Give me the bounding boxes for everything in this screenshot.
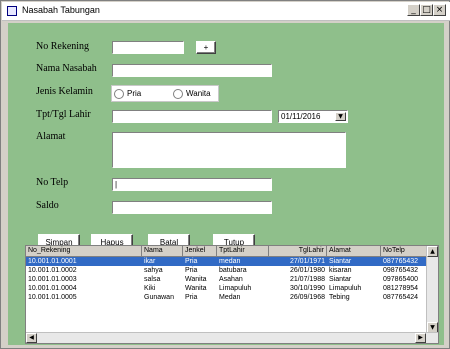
app-icon [7, 6, 17, 16]
table-row[interactable]: 10.001.01.0002 sahya Pria batubara 26/01… [26, 266, 428, 275]
tanggal-lahir-value: 01/11/2016 [281, 112, 321, 121]
gender-pria-radio[interactable] [114, 89, 124, 99]
scroll-right-icon[interactable]: ▶ [415, 333, 426, 343]
cell-notelp: 081278954 [383, 285, 419, 292]
cell-notelp: 087765432 [383, 258, 419, 265]
cell-jenkel: Pria [185, 258, 198, 265]
cell-nama: Kiki [144, 285, 156, 292]
cell-jenkel: Pria [185, 267, 198, 274]
column-header-tptlahir[interactable]: TptLahir [217, 246, 269, 257]
title-bar[interactable]: Nasabah Tabungan _ □ × [2, 2, 450, 21]
nama-nasabah-label: Nama Nasabah [36, 63, 97, 74]
cell-tptlahir: batubara [219, 267, 247, 274]
cell-tgllahir: 30/10/1990 [289, 285, 325, 292]
gender-wanita-radio[interactable] [173, 89, 183, 99]
cell-notelp: 087765424 [383, 294, 419, 301]
cell-jenkel: Wanita [185, 285, 207, 292]
nama-nasabah-input[interactable] [112, 64, 272, 77]
cell-no-rekening: 10.001.01.0004 [28, 285, 77, 292]
cell-tptlahir: Medan [219, 294, 241, 301]
column-header-notelp[interactable]: NoTelp [381, 246, 428, 257]
grid-header-row: No_Rekening Nama Jenkel TptLahir TglLahi… [26, 246, 438, 257]
cell-notelp: 098765432 [383, 267, 419, 274]
cell-no-rekening: 10.001.01.0001 [28, 258, 77, 265]
cell-nama: Gunawan [144, 294, 174, 301]
cell-alamat: Siantar [329, 276, 352, 283]
cell-jenkel: Wanita [185, 276, 207, 283]
no-rekening-input[interactable] [112, 41, 184, 54]
cell-tgllahir: 26/01/1980 [289, 267, 325, 274]
cell-alamat: Limapuluh [329, 285, 362, 292]
column-header-no-rekening[interactable]: No_Rekening [26, 246, 142, 257]
alamat-input[interactable] [112, 132, 346, 168]
cell-nama: ikar [144, 258, 156, 265]
cell-tgllahir: 26/09/1968 [289, 294, 325, 301]
cell-tptlahir: Asahan [219, 276, 243, 283]
scroll-left-icon[interactable]: ◀ [26, 333, 37, 343]
column-header-jenkel[interactable]: Jenkel [183, 246, 217, 257]
cell-alamat: Tebing [329, 294, 350, 301]
cell-jenkel: Pria [185, 294, 198, 301]
column-header-nama[interactable]: Nama [142, 246, 183, 257]
cell-nama: sahya [144, 267, 163, 274]
maximize-button[interactable]: □ [420, 4, 433, 16]
add-button[interactable]: + [196, 41, 216, 54]
cell-alamat: Siantar [329, 258, 352, 265]
cell-no-rekening: 10.001.01.0005 [28, 294, 77, 301]
cell-tgllahir: 27/01/1971 [289, 258, 325, 265]
column-header-tgllahir[interactable]: TglLahir [269, 246, 327, 257]
cell-nama: salsa [144, 276, 161, 283]
cell-alamat: kisaran [329, 267, 352, 274]
minimize-button[interactable]: _ [407, 4, 420, 16]
column-header-alamat[interactable]: Alamat [327, 246, 381, 257]
tpt-tgl-lahir-label: Tpt/Tgl Lahir [36, 109, 91, 120]
jenis-kelamin-label: Jenis Kelamin [36, 86, 93, 97]
cell-no-rekening: 10.001.01.0002 [28, 267, 77, 274]
grid-vertical-scrollbar[interactable]: ▲ ▼ [426, 246, 438, 333]
table-row[interactable]: 10.001.01.0003 salsa Wanita Asahan 21/07… [26, 275, 428, 284]
table-row[interactable]: 10.001.01.0001 ikar Pria medan 27/01/197… [26, 257, 428, 266]
chevron-down-icon[interactable]: ▼ [335, 112, 346, 121]
tempat-lahir-input[interactable] [112, 110, 272, 123]
saldo-input[interactable] [112, 201, 272, 214]
tanggal-lahir-picker[interactable]: 01/11/2016 ▼ [278, 110, 348, 123]
grid-horizontal-scrollbar[interactable]: ◀ ▶ [26, 332, 438, 343]
saldo-label: Saldo [36, 200, 59, 211]
cell-tgllahir: 21/07/1988 [289, 276, 325, 283]
no-telp-input[interactable]: | [112, 178, 272, 191]
no-telp-label: No Telp [36, 177, 69, 188]
table-row[interactable]: 10.001.01.0004 Kiki Wanita Limapuluh 30/… [26, 284, 428, 293]
cell-tptlahir: Limapuluh [219, 285, 252, 292]
close-button[interactable]: × [433, 4, 446, 16]
no-rekening-label: No Rekening [36, 41, 90, 52]
cell-notelp: 097865400 [383, 276, 419, 283]
table-row[interactable]: 10.001.01.0005 Gunawan Pria Medan 26/09/… [26, 293, 428, 302]
window-title: Nasabah Tabungan [22, 5, 100, 15]
gender-wanita-label: Wanita [186, 89, 211, 98]
cell-tptlahir: medan [219, 258, 241, 265]
gender-pria-label: Pria [127, 89, 142, 98]
scroll-up-icon[interactable]: ▲ [427, 246, 438, 257]
cell-no-rekening: 10.001.01.0003 [28, 276, 77, 283]
alamat-label: Alamat [36, 131, 66, 142]
app-window: Nasabah Tabungan _ □ × No Rekening + Nam… [0, 0, 450, 349]
nasabah-data-grid[interactable]: No_Rekening Nama Jenkel TptLahir TglLahi… [25, 245, 439, 344]
